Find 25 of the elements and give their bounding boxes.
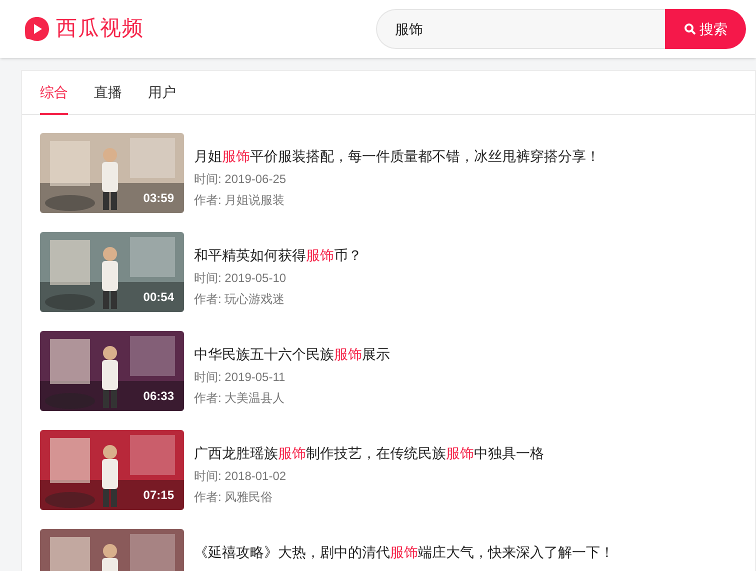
video-title[interactable]: 广西龙胜瑶族服饰制作技艺，在传统民族服饰中独具一格 xyxy=(194,443,544,464)
duration-label: 06:33 xyxy=(143,388,174,405)
tab[interactable]: 直播 xyxy=(94,71,122,115)
author-name: 作者: 风雅民俗 xyxy=(194,489,274,506)
author-name: 作者: 玩心游戏迷 xyxy=(194,291,286,308)
publish-time: 时间: 2018-01-02 xyxy=(194,468,288,485)
search-icon xyxy=(684,23,696,35)
logo-icon xyxy=(24,16,50,42)
video-title[interactable]: 中华民族五十六个民族服饰展示 xyxy=(194,344,390,365)
video-title[interactable]: 《延禧攻略》大热，剧中的清代服饰端庄大气，快来深入了解一下！ xyxy=(194,542,614,563)
tab[interactable]: 综合 xyxy=(40,71,68,115)
duration-label: 00:54 xyxy=(143,289,174,306)
duration-label: 03:59 xyxy=(143,190,174,207)
publish-time: 时间: 2019-05-10 xyxy=(194,270,288,287)
duration-label: 07:15 xyxy=(143,487,174,504)
video-title[interactable]: 和平精英如何获得服饰币？ xyxy=(194,245,362,266)
author-name: 作者: 大美温县人 xyxy=(194,390,286,407)
publish-time: 时间: 2019-05-11 xyxy=(194,369,286,386)
search-field[interactable]: 服饰 xyxy=(376,9,665,49)
search-button[interactable]: 搜索 xyxy=(665,9,746,49)
author-name: 作者: 月姐说服装 xyxy=(194,192,286,209)
logo-text: 西瓜视频 xyxy=(56,16,144,42)
video-title[interactable]: 月姐服饰平价服装搭配，每一件质量都不错，冰丝甩裤穿搭分享！ xyxy=(194,146,600,167)
tab[interactable]: 用户 xyxy=(148,71,176,115)
publish-time: 时间: 2019-06-25 xyxy=(194,171,288,188)
